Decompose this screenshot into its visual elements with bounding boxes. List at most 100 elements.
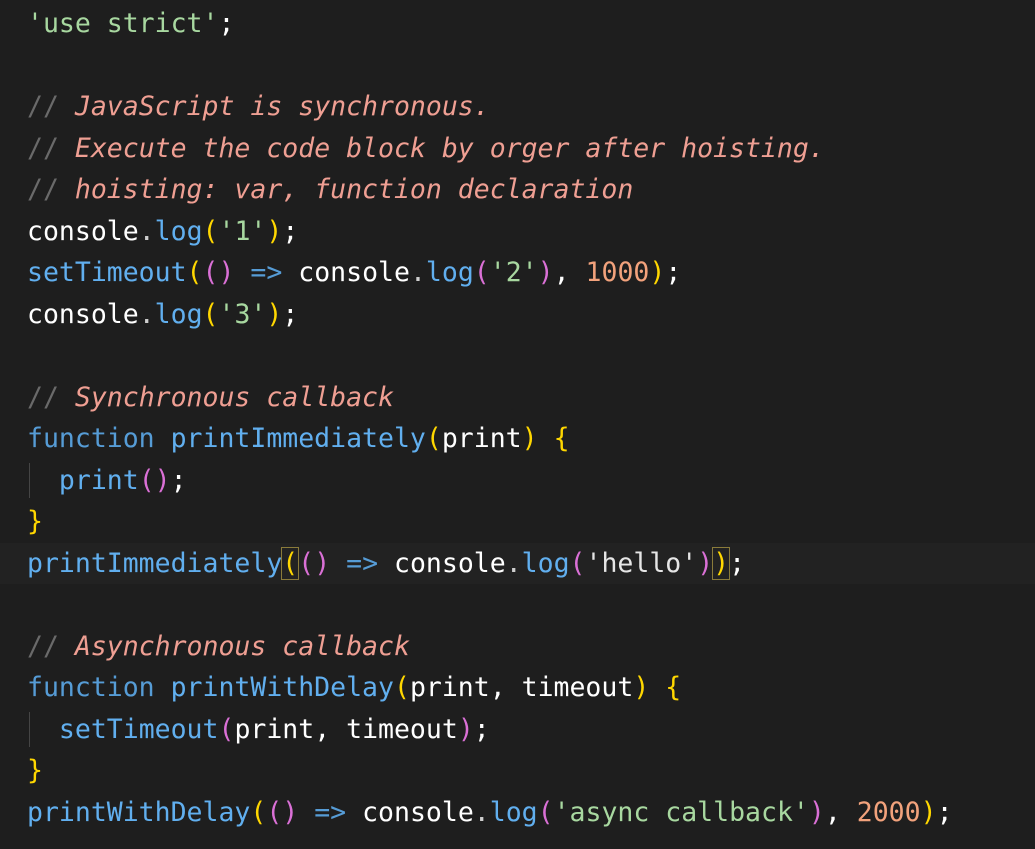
code-token: Execute the code block by orger after ho… [74,132,825,164]
code-line[interactable]: printImmediately(() => console.log('hell… [0,542,1035,584]
code-line[interactable]: // Execute the code block by orger after… [0,128,1035,170]
code-line[interactable]: 'use strict'; [0,3,1035,45]
code-token: () [138,464,171,496]
code-text: setTimeout(() => console.log('2'), 1000)… [27,252,681,294]
code-line[interactable] [0,45,1035,87]
code-line[interactable]: function printWithDelay(print, timeout) … [0,667,1035,709]
code-token: ) [521,423,538,454]
code-token: log [154,215,203,247]
code-token: printWithDelay [27,796,251,828]
code-token: } [27,506,43,537]
code-line[interactable]: // Synchronous callback [0,377,1035,419]
code-token: // [27,381,75,413]
code-token: setTimeout [27,257,187,288]
code-token: print, timeout [234,713,458,745]
code-token: => [234,257,299,288]
code-token: setTimeout [58,713,219,745]
code-text: // Asynchronous callback [27,626,410,668]
code-text: console.log('3'); [27,294,298,336]
code-token: // [27,174,75,205]
code-editor[interactable]: 'use strict'; // JavaScript is synchronou… [0,0,1035,849]
code-token: ( [250,796,267,828]
code-token: ( [218,713,235,745]
code-line[interactable]: printWithDelay(() => console.log('async … [0,792,1035,834]
code-token: printImmediately [27,547,283,579]
code-text: // Synchronous callback [27,377,394,419]
code-token: ; [218,8,235,39]
code-token: ; [665,257,682,288]
code-token: ) [266,298,283,330]
code-text: 'use strict'; [27,3,234,45]
code-line[interactable]: console.log('1'); [0,211,1035,253]
code-token: ( [393,672,410,703]
code-line[interactable]: console.log('3'); [0,294,1035,336]
code-token: console [27,298,139,330]
code-line[interactable]: } [0,750,1035,792]
code-token: => [330,547,394,579]
code-text: function printImmediately(print) { [27,418,570,460]
code-token: ) [920,796,937,828]
code-text: // hoisting: var, function declaration [27,169,633,211]
code-token: ) [633,672,650,703]
code-line[interactable]: print(); [0,460,1035,502]
code-token: print [441,423,522,454]
code-token: // [27,132,75,164]
code-text: setTimeout(print, timeout); [27,709,490,751]
code-token: 1000 [585,257,650,288]
code-token: ) [537,257,554,288]
code-token: ( [569,547,586,579]
code-line[interactable]: } [0,501,1035,543]
code-token: ; [282,215,299,247]
code-line[interactable] [0,335,1035,377]
code-token: () [266,796,299,828]
code-token: { [553,423,570,454]
code-token: 'hello' [585,547,698,579]
code-token: () [202,257,235,288]
code-token: log [521,547,570,579]
code-token: { [665,672,682,703]
code-token: 2000 [856,796,921,828]
code-token: ; [729,547,746,579]
code-token: log [425,257,474,288]
code-text: printWithDelay(() => console.log('async … [27,792,953,834]
code-token: ( [425,423,442,454]
code-line[interactable]: setTimeout(() => console.log('2'), 1000)… [0,252,1035,294]
code-token: // [27,91,75,122]
code-token: '2' [489,257,538,288]
code-token: ) [649,257,666,288]
code-token: Synchronous callback [74,381,394,413]
code-token: ; [936,796,953,828]
code-token: ( [202,215,219,247]
code-text: } [27,750,43,792]
code-token: ( [202,298,219,330]
code-text: // Execute the code block by orger after… [27,128,825,170]
code-line[interactable]: setTimeout(print, timeout); [0,709,1035,751]
code-line[interactable] [0,584,1035,626]
code-token: printWithDelay [170,672,394,703]
code-line[interactable]: function printImmediately(print) { [0,418,1035,460]
code-token: printImmediately [170,423,426,454]
code-token: console [362,796,474,828]
code-token: print, timeout [409,672,634,703]
code-text: console.log('1'); [27,211,298,253]
code-token: } [27,755,43,786]
code-line[interactable]: // JavaScript is synchronous. [0,86,1035,128]
code-token: function [27,423,171,454]
code-line[interactable]: // Asynchronous callback [0,626,1035,668]
code-token: ( [473,257,490,288]
code-token: ; [170,464,187,496]
code-token: console [298,257,410,288]
code-token: '3' [218,298,267,330]
code-text: function printWithDelay(print, timeout) … [27,667,681,709]
code-token: ; [473,713,490,745]
code-token: ) [457,713,474,745]
code-token: ; [282,298,299,330]
code-token: ) [697,547,714,579]
code-token: ( [186,257,203,288]
code-token: => [298,796,363,828]
code-line[interactable]: // hoisting: var, function declaration [0,169,1035,211]
code-text: } [27,501,43,543]
